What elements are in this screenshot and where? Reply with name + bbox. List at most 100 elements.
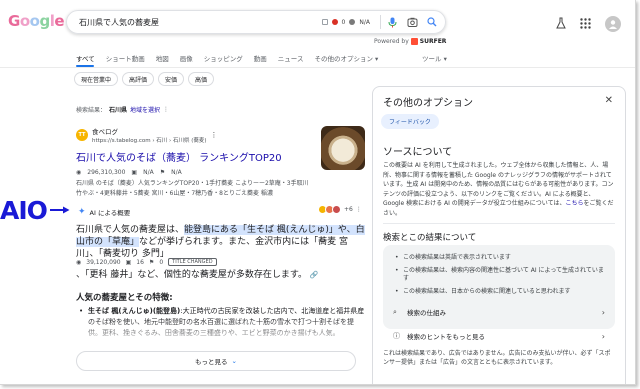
chip-top-rated[interactable]: 高評価 xyxy=(122,72,155,86)
mic-icon[interactable] xyxy=(385,15,399,29)
tabelog-favicon-icon: TT xyxy=(76,129,88,141)
apps-grid-icon[interactable] xyxy=(580,17,591,31)
account-avatar[interactable] xyxy=(605,16,621,32)
result-metric-a: N/A xyxy=(143,169,154,176)
ai-overview-header: ✦ AI による概要 xyxy=(78,207,130,217)
search-input[interactable]: 石川県で人気の蕎麦屋 xyxy=(79,17,322,28)
chip-expensive[interactable]: 高価 xyxy=(188,72,215,86)
result-views: 296,310,300 xyxy=(87,169,126,176)
aio-text-pre: 石川県で人気の蕎麦屋は、 xyxy=(76,225,185,235)
info-item-language: この検索結果は英語で表示されています xyxy=(395,254,605,262)
how-search-works-label: 検索の仕組み xyxy=(407,309,446,317)
aio-arrow-icon xyxy=(50,206,70,214)
ai-sparkle-icon: ✦ xyxy=(78,207,86,217)
pin-icon: ⚑ xyxy=(148,258,155,266)
aio-summary-text: 石川県で人気の蕎麦屋は、能登島にある「生そば 楓(えんじゅ)」や、白山市の「草庵… xyxy=(76,224,366,260)
gray-dot-icon xyxy=(349,19,356,25)
tools-menu[interactable]: ツール ▾ xyxy=(422,53,447,63)
show-more-button[interactable]: もっと見る ⌄ xyxy=(76,351,356,371)
red-dot-icon xyxy=(331,19,338,25)
chip-open-now[interactable]: 現在営業中 xyxy=(74,72,119,86)
tab-news[interactable]: ニュース xyxy=(278,53,304,63)
how-search-works-row[interactable]: ⌕ 検索の仕組み › xyxy=(393,303,605,321)
result-more-icon[interactable]: ⋮ xyxy=(211,131,218,139)
more-vert-icon[interactable]: ⋮ xyxy=(163,106,169,113)
aio-annotation-label: AIO xyxy=(0,196,48,225)
tab-shopping[interactable]: ショッピング xyxy=(204,53,243,63)
result-site-url: https://s.tabelog.com › 石川 › 石川県 (蕎麦) xyxy=(92,138,207,144)
panel-divider xyxy=(383,223,615,224)
chevron-down-icon: ⌄ xyxy=(231,357,237,365)
search-about-heading: 検索とこの結果について xyxy=(383,233,477,243)
google-logo[interactable]: Google xyxy=(8,12,65,30)
info-icon: ⓘ xyxy=(393,332,400,340)
feedback-button[interactable]: フィードバック xyxy=(381,114,439,129)
ai-overview-title: AI による概要 xyxy=(89,209,131,217)
result-snippet: 石川県 のそば（蕎麦）人気ランキングTOP20・1手打蕎麦 こよりーー2草庵・3… xyxy=(76,180,309,197)
search-tips-label: 検索のヒントをもっと見る xyxy=(407,333,485,341)
aio-metrics: ◉ 39,120,090 ▣ 16 ⚑ 0 TITLE CHANGED xyxy=(76,258,217,266)
aio-sources-stack[interactable]: +6 ⋮ xyxy=(318,205,362,214)
tabs-divider xyxy=(0,67,635,68)
source-avatar-icon xyxy=(332,205,341,214)
tab-short-videos[interactable]: ショート動画 xyxy=(106,53,145,63)
result-metrics: ◉ 296,310,300 ▣ N/A ⚑ N/A xyxy=(76,169,366,176)
aio-text2: 、「更科 藤井」など、個性的な蕎麦屋が多数存在します。 xyxy=(76,270,308,280)
surfer-logo-icon xyxy=(410,38,418,45)
search-bar[interactable]: 石川県で人気の蕎麦屋 0 N/A xyxy=(66,10,446,34)
views-icon: ◉ xyxy=(76,258,82,266)
aio-subheading: 人気の蕎麦屋とその特徴: xyxy=(76,293,173,303)
aio-fade-overlay xyxy=(70,318,370,348)
checkbox-icon[interactable] xyxy=(321,19,328,25)
link-icon: ▣ xyxy=(131,169,138,176)
lens-icon[interactable] xyxy=(405,15,419,29)
aio-metric-b: 0 xyxy=(159,258,164,266)
tab-more-options[interactable]: その他のオプション ▾ xyxy=(314,53,378,63)
pin-icon: ⚑ xyxy=(159,169,166,176)
search-info-box: この検索結果は英語で表示されています この検索結果は、検索内容の関連性に基づいて… xyxy=(383,245,615,329)
tab-maps[interactable]: 地図 xyxy=(156,53,169,63)
results-prefix: 検索結果： xyxy=(76,107,107,114)
browser-frame: Google 石川県で人気の蕎麦屋 0 N/A Powered by SURFE… xyxy=(0,0,636,385)
info-item-region: この検索結果は、日本からの検索に関連していると思われます xyxy=(395,288,605,296)
aio-menu-icon[interactable]: ⋮ xyxy=(356,206,362,213)
more-options-panel: その他のオプション ✕ フィードバック ソースについて この概要は AI を利用… xyxy=(372,86,626,384)
source-heading: ソースについて xyxy=(383,147,453,158)
aio-more-count: +6 xyxy=(344,206,353,213)
aio-link-icon[interactable]: 🔗 xyxy=(310,271,319,279)
title-changed-badge: TITLE CHANGED xyxy=(168,258,217,266)
tab-videos[interactable]: 動画 xyxy=(254,53,267,63)
labs-flask-icon[interactable] xyxy=(556,17,566,31)
search-tips-row[interactable]: ⓘ 検索のヒントをもっと見る › xyxy=(393,327,605,345)
surfer-brand: SURFER xyxy=(419,38,447,45)
source-link[interactable]: こちら xyxy=(565,200,583,207)
chevron-right-icon: › xyxy=(601,331,605,341)
top-right-icons xyxy=(556,16,621,32)
show-more-label: もっと見る xyxy=(195,358,228,366)
ext-value-1: 0 xyxy=(341,18,346,26)
panel-footer-text: これは検索結果であり、広告ではありません。広告にのみ支払いが伴い、必ず「スポンサ… xyxy=(383,350,611,366)
chip-cheap[interactable]: 安価 xyxy=(158,72,185,86)
chevron-right-icon: › xyxy=(601,307,605,317)
results-location-info: 検索結果： 石川県 地域を選択 ⋮ xyxy=(76,105,169,114)
seo-extension-widget: 0 N/A xyxy=(321,18,370,26)
views-icon: ◉ xyxy=(76,169,82,176)
ext-value-2: N/A xyxy=(359,18,370,26)
panel-title: その他のオプション xyxy=(383,98,473,109)
search-icon[interactable] xyxy=(425,15,439,29)
search-tabs: すべて ショート動画 地図 画像 ショッピング 動画 ニュース その他のオプショ… xyxy=(76,53,378,63)
result-site-name: 食べログ xyxy=(92,128,118,136)
result-metric-b: N/A xyxy=(171,169,182,176)
link-icon: ▣ xyxy=(125,258,132,266)
search-bar-divider xyxy=(380,15,381,29)
filter-chips: 現在営業中 高評価 安価 高価 xyxy=(74,72,215,86)
result-thumbnail[interactable] xyxy=(321,126,365,170)
close-icon[interactable]: ✕ xyxy=(605,95,613,106)
choose-area-link[interactable]: 地域を選択 xyxy=(130,105,160,114)
aio-bullet-title: 生そば 楓(えんじゅ)(能登島) xyxy=(88,307,181,315)
tab-all[interactable]: すべて xyxy=(76,53,95,63)
aio-metric-a: 16 xyxy=(136,258,144,266)
search-icon: ⌕ xyxy=(393,307,397,316)
aio-views: 39,120,090 xyxy=(86,258,121,266)
tab-images[interactable]: 画像 xyxy=(180,53,193,63)
